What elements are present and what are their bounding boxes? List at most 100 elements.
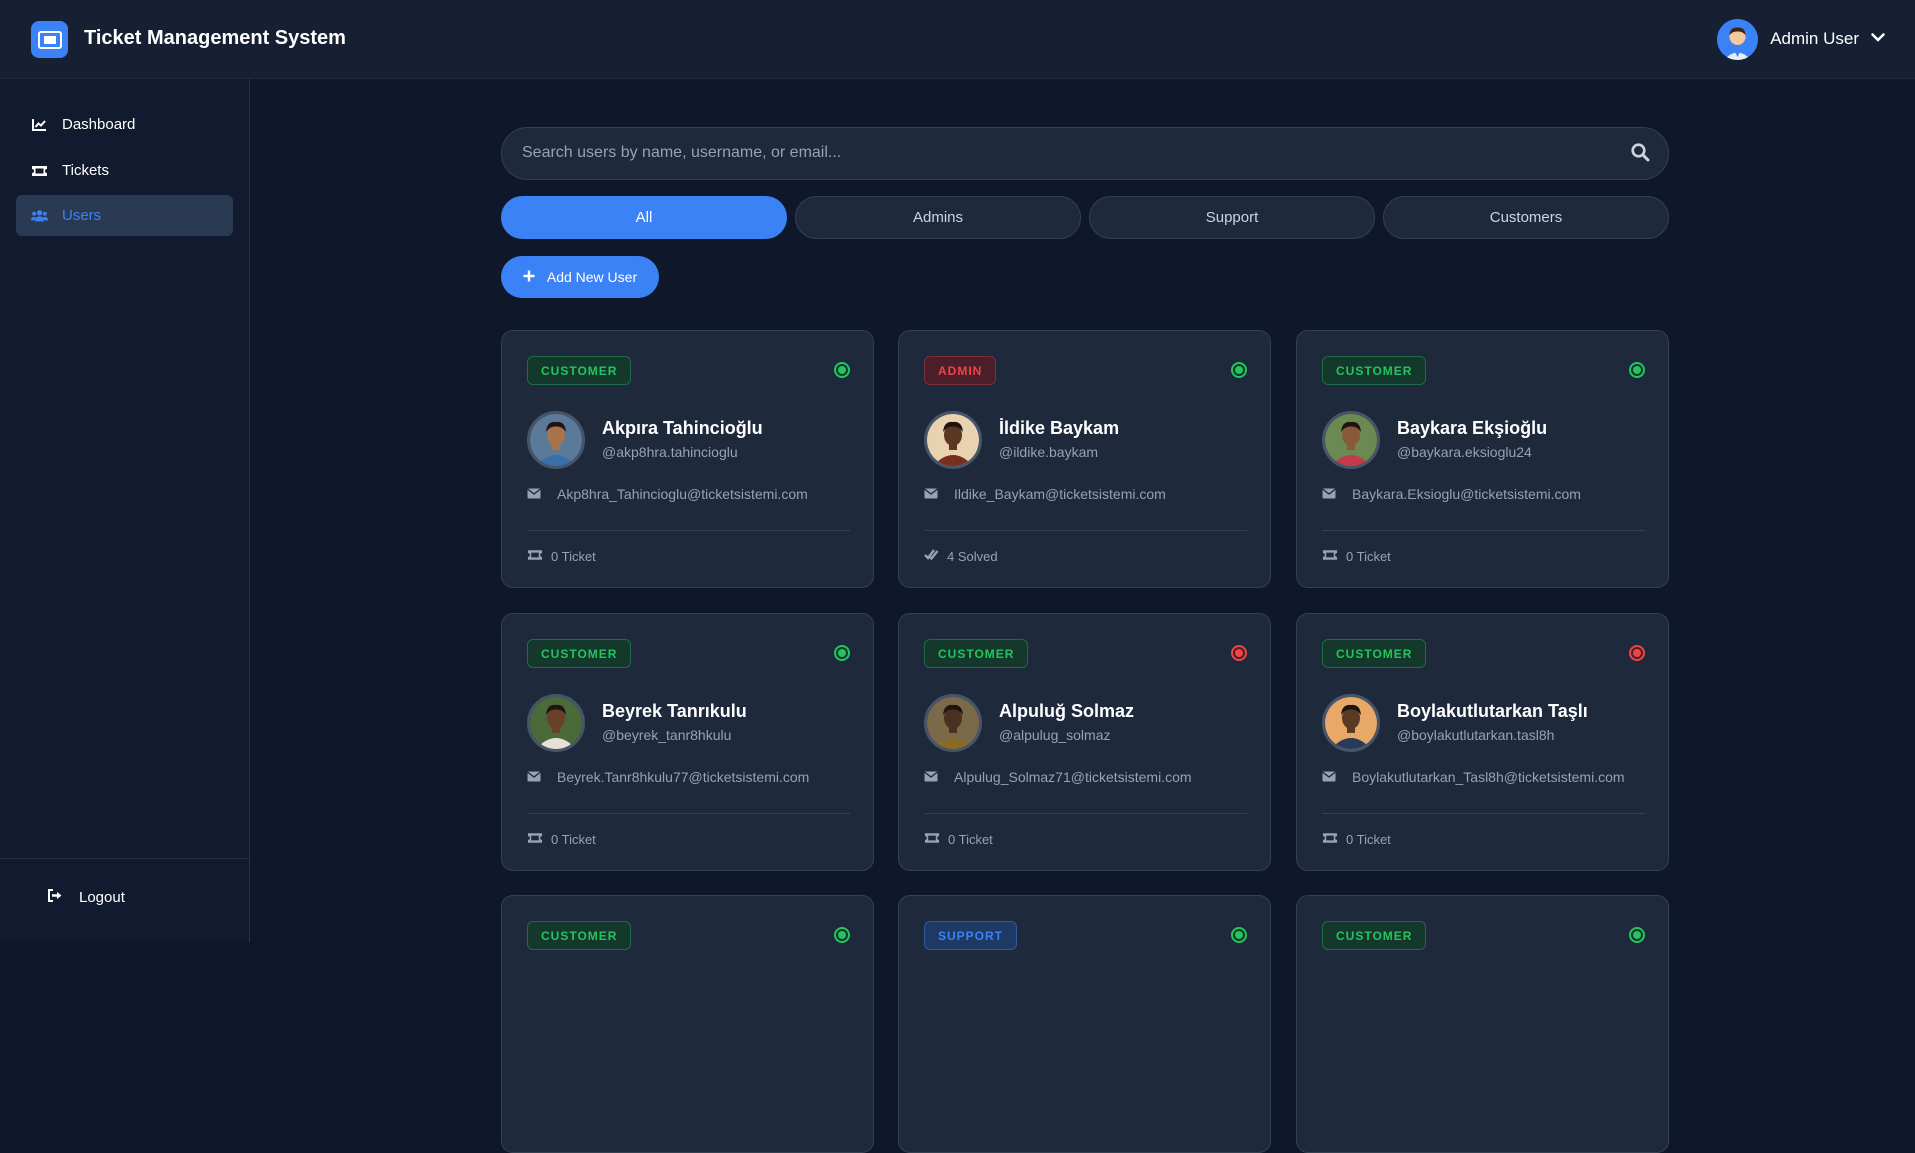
sidebar-item-label: Dashboard	[62, 116, 136, 133]
status-indicator	[1231, 927, 1247, 943]
filter-admins[interactable]: Admins	[795, 196, 1081, 239]
role-badge: CUSTOMER	[527, 921, 632, 950]
ticket-icon	[527, 549, 543, 564]
envelope-icon	[924, 486, 938, 502]
user-stat-label: 0 Ticket	[551, 831, 596, 847]
user-card[interactable]: CUSTOMER Akpıra Tahincioğlu @akp8hra.tahin…	[501, 330, 874, 588]
role-badge: CUSTOMER	[1322, 639, 1427, 668]
avatar	[924, 694, 982, 752]
envelope-icon	[527, 769, 541, 785]
user-card[interactable]: CUSTOMER Beyrek Tanrıkulu @beyrek_tanr8hku…	[501, 613, 874, 871]
user-card[interactable]: CUSTOMER Baykara Ekşioğlu @baykara.eksiogl…	[1296, 330, 1669, 588]
role-badge: ADMIN	[924, 356, 997, 385]
user-email: Boylakutlutarkan_Tasl8h@ticketsistemi.co…	[1352, 769, 1625, 785]
user-email-row: Alpulug_Solmaz71@ticketsistemi.com	[924, 768, 1192, 786]
filter-support[interactable]: Support	[1089, 196, 1375, 239]
user-stat: 0 Ticket	[527, 547, 596, 565]
ticket-icon	[527, 832, 543, 847]
user-name: Baykara Ekşioğlu	[1397, 418, 1548, 438]
sidebar-item-dashboard[interactable]: Dashboard	[16, 104, 233, 145]
user-username: @akp8hra.tahincioglu	[602, 444, 738, 460]
user-email-row: Baykara.Eksioglu@ticketsistemi.com	[1322, 485, 1581, 503]
add-user-button[interactable]: Add New User	[501, 256, 659, 298]
card-divider	[924, 813, 1247, 814]
role-badge: CUSTOMER	[527, 639, 632, 668]
ticket-icon	[1322, 832, 1338, 847]
user-stat-label: 4 Solved	[947, 548, 998, 564]
role-badge: CUSTOMER	[1322, 356, 1427, 385]
role-badge: SUPPORT	[924, 921, 1018, 950]
role-badge: CUSTOMER	[527, 356, 632, 385]
sidebar-item-label: Users	[62, 207, 102, 224]
envelope-icon	[527, 486, 541, 502]
card-divider	[924, 530, 1247, 531]
user-stat-label: 0 Ticket	[1346, 548, 1391, 564]
user-card[interactable]: CUSTOMER Alpuluğ Solmaz @alpulug_solmaz Alp…	[898, 613, 1271, 871]
user-card[interactable]: CUSTOMER Boylakutlutarkan Taşlı @boylakutl…	[1296, 613, 1669, 871]
avatar	[527, 411, 585, 469]
status-indicator	[834, 927, 850, 943]
user-email: Alpulug_Solmaz71@ticketsistemi.com	[954, 769, 1192, 785]
status-indicator	[1629, 362, 1645, 378]
user-stat: 0 Ticket	[1322, 547, 1391, 565]
filter-customers[interactable]: Customers	[1383, 196, 1669, 239]
user-stat: 0 Ticket	[924, 830, 993, 848]
logout-button[interactable]: Logout	[47, 887, 125, 907]
sidebar: Dashboard Tickets Users Logout	[0, 79, 250, 942]
user-name: Admin User	[1770, 29, 1859, 48]
ticket-icon	[31, 164, 48, 178]
user-card[interactable]: CUSTOMER	[1296, 895, 1669, 1153]
user-username: @baykara.eksioglu24	[1397, 444, 1532, 460]
avatar	[1322, 411, 1380, 469]
avatar	[527, 694, 585, 752]
envelope-icon	[924, 769, 938, 785]
user-card[interactable]: CUSTOMER	[501, 895, 874, 1153]
role-badge: CUSTOMER	[1322, 921, 1427, 950]
search-bar	[501, 127, 1669, 180]
role-badge: CUSTOMER	[924, 639, 1029, 668]
user-stat: 0 Ticket	[1322, 830, 1391, 848]
user-name: İldike Baykam	[999, 418, 1120, 438]
app-title: Ticket Management System	[84, 27, 346, 49]
status-indicator	[1231, 645, 1247, 661]
avatar	[1322, 694, 1380, 752]
card-divider	[1322, 530, 1645, 531]
user-email-row: Akp8hra_Tahincioglu@ticketsistemi.com	[527, 485, 808, 503]
ticket-icon	[924, 832, 940, 847]
sidebar-item-label: Tickets	[62, 162, 109, 179]
add-user-label: Add New User	[546, 269, 638, 285]
sidebar-divider	[0, 858, 250, 859]
user-username: @boylakutlutarkan.tasl8h	[1397, 727, 1555, 743]
user-name: Beyrek Tanrıkulu	[602, 701, 747, 721]
plus-icon	[523, 269, 535, 285]
top-bar: Ticket Management System Admin User	[0, 0, 1915, 79]
user-stat-label: 0 Ticket	[948, 831, 993, 847]
user-card[interactable]: SUPPORT	[898, 895, 1271, 1153]
user-name: Akpıra Tahincioğlu	[602, 418, 763, 438]
user-name: Boylakutlutarkan Taşlı	[1397, 701, 1588, 721]
user-stat-label: 0 Ticket	[551, 548, 596, 564]
logout-label: Logout	[79, 888, 125, 906]
avatar	[1717, 18, 1759, 60]
user-card[interactable]: ADMIN İldike Baykam @ildike.baykam Ildike_B…	[898, 330, 1271, 588]
sidebar-item-tickets[interactable]: Tickets	[16, 150, 233, 191]
filter-all[interactable]: All	[501, 196, 787, 239]
card-divider	[527, 813, 850, 814]
user-stat: 0 Ticket	[527, 830, 596, 848]
user-stat: 4 Solved	[924, 547, 998, 565]
user-email: Ildike_Baykam@ticketsistemi.com	[954, 486, 1166, 502]
card-divider	[527, 530, 850, 531]
status-indicator	[834, 362, 850, 378]
avatar	[924, 411, 982, 469]
sidebar-item-users[interactable]: Users	[16, 195, 233, 236]
user-username: @ildike.baykam	[999, 444, 1099, 460]
card-divider	[1322, 813, 1645, 814]
search-input[interactable]	[522, 128, 1622, 178]
check-double-icon	[924, 548, 939, 564]
user-email: Beyrek.Tanr8hkulu77@ticketsistemi.com	[557, 769, 810, 785]
users-icon	[31, 209, 48, 223]
user-menu[interactable]: Admin User	[1717, 18, 1885, 60]
user-email-row: Ildike_Baykam@ticketsistemi.com	[924, 485, 1166, 503]
user-username: @beyrek_tanr8hkulu	[602, 727, 732, 743]
search-icon[interactable]	[1631, 143, 1650, 167]
